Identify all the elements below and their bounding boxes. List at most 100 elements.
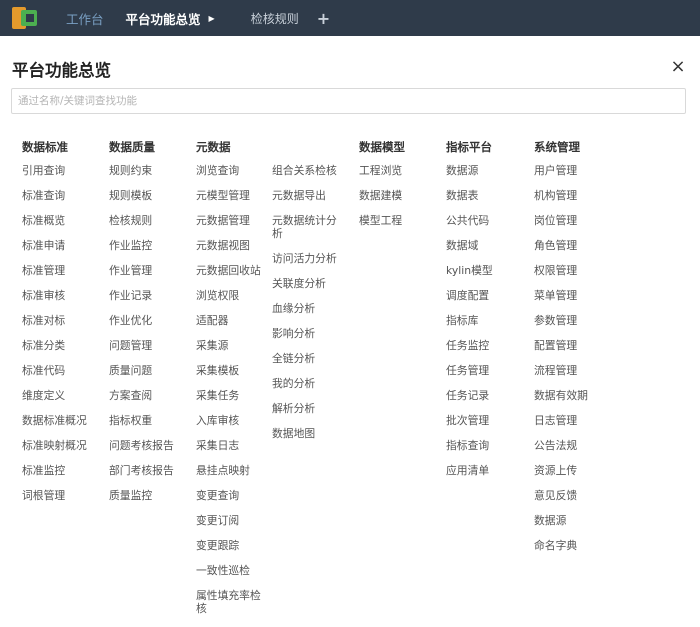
menu-item[interactable]: 权限管理 (534, 264, 614, 277)
app-logo-icon (12, 7, 38, 29)
menu-item[interactable]: 词根管理 (22, 489, 102, 502)
menu-item[interactable]: 我的分析 (272, 377, 342, 390)
menu-item[interactable]: 作业管理 (109, 264, 189, 277)
menu-item[interactable]: 变更跟踪 (196, 539, 264, 552)
menu-item[interactable]: 用户管理 (534, 164, 614, 177)
menu-item[interactable]: 标准审核 (22, 289, 102, 302)
nav-platform-overview-label: 平台功能总览 (125, 11, 201, 27)
menu-item[interactable]: 维度定义 (22, 389, 102, 402)
menu-item[interactable]: 关联度分析 (272, 277, 342, 290)
menu-item[interactable]: 指标权重 (109, 414, 189, 427)
menu-item[interactable]: 批次管理 (446, 414, 526, 427)
menu-item[interactable]: 影响分析 (272, 327, 342, 340)
menu-item[interactable]: 公共代码 (446, 214, 526, 227)
menu-item[interactable]: 变更查询 (196, 489, 264, 502)
menu-item[interactable]: 岗位管理 (534, 214, 614, 227)
menu-item[interactable]: 采集源 (196, 339, 264, 352)
menu-item[interactable]: 数据源 (534, 514, 614, 527)
add-tab-icon[interactable]: + (317, 9, 330, 28)
menu-item[interactable]: 任务监控 (446, 339, 526, 352)
column-data-quality: 数据质量 规则约束 规则模板 检核规则 作业监控 作业管理 作业记录 作业优化 问题管理 质量问… (109, 140, 189, 514)
menu-item[interactable]: 元模型管理 (196, 189, 264, 202)
menu-item[interactable]: 标准监控 (22, 464, 102, 477)
menu-item[interactable]: 数据有效期 (534, 389, 614, 402)
menu-item[interactable]: 工程浏览 (359, 164, 439, 177)
menu-item[interactable]: 任务记录 (446, 389, 526, 402)
menu-item[interactable]: 模型工程 (359, 214, 439, 227)
menu-item[interactable]: 全链分析 (272, 352, 342, 365)
menu-item[interactable]: 命名字典 (534, 539, 614, 552)
menu-item[interactable]: 标准申请 (22, 239, 102, 252)
menu-item[interactable]: 解析分析 (272, 402, 342, 415)
column-header: 数据标准 (22, 140, 68, 154)
menu-item[interactable]: 属性填充率检核 (196, 589, 264, 615)
menu-item[interactable]: 作业监控 (109, 239, 189, 252)
menu-item[interactable]: 部门考核报告 (109, 464, 189, 477)
menu-item[interactable]: 菜单管理 (534, 289, 614, 302)
menu-item[interactable]: 数据表 (446, 189, 526, 202)
menu-item[interactable]: 质量监控 (109, 489, 189, 502)
menu-item[interactable]: 标准管理 (22, 264, 102, 277)
menu-item[interactable]: kylin模型 (446, 264, 526, 277)
menu-item[interactable]: 标准对标 (22, 314, 102, 327)
menu-item[interactable]: 元数据视图 (196, 239, 264, 252)
menu-item[interactable]: 浏览权限 (196, 289, 264, 302)
menu-item[interactable]: 血缘分析 (272, 302, 342, 315)
menu-item[interactable]: 入库审核 (196, 414, 264, 427)
menu-item[interactable]: 规则约束 (109, 164, 189, 177)
menu-item[interactable]: 适配器 (196, 314, 264, 327)
close-icon[interactable]: × (668, 57, 688, 77)
menu-item[interactable]: 应用清单 (446, 464, 526, 477)
menu-item[interactable]: 引用查询 (22, 164, 102, 177)
menu-item[interactable]: 数据域 (446, 239, 526, 252)
menu-item[interactable]: 元数据导出 (272, 189, 342, 202)
menu-item[interactable]: 配置管理 (534, 339, 614, 352)
tab-check-rules[interactable]: 检核规则 (251, 10, 299, 27)
menu-item[interactable]: 意见反馈 (534, 489, 614, 502)
menu-item[interactable]: 资源上传 (534, 464, 614, 477)
menu-item[interactable]: 指标库 (446, 314, 526, 327)
menu-item[interactable]: 机构管理 (534, 189, 614, 202)
menu-item[interactable]: 数据建模 (359, 189, 439, 202)
menu-item[interactable]: 采集日志 (196, 439, 264, 452)
menu-item[interactable]: 规则模板 (109, 189, 189, 202)
menu-item[interactable]: 元数据统计分析 (272, 214, 342, 240)
menu-item[interactable]: 变更订阅 (196, 514, 264, 527)
menu-item[interactable]: 指标查询 (446, 439, 526, 452)
menu-item[interactable]: 日志管理 (534, 414, 614, 427)
menu-item[interactable]: 方案查阅 (109, 389, 189, 402)
menu-item[interactable]: 数据地图 (272, 427, 342, 440)
menu-item[interactable]: 采集任务 (196, 389, 264, 402)
search-input[interactable] (11, 88, 686, 114)
menu-item[interactable]: 检核规则 (109, 214, 189, 227)
menu-item[interactable]: 问题考核报告 (109, 439, 189, 452)
menu-item[interactable]: 调度配置 (446, 289, 526, 302)
menu-item[interactable]: 参数管理 (534, 314, 614, 327)
menu-item[interactable]: 角色管理 (534, 239, 614, 252)
menu-item[interactable]: 作业记录 (109, 289, 189, 302)
menu-item[interactable]: 元数据管理 (196, 214, 264, 227)
nav-workbench[interactable]: 工作台 (66, 9, 104, 28)
menu-item[interactable]: 流程管理 (534, 364, 614, 377)
nav-platform-overview[interactable]: 平台功能总览 ▶ (126, 9, 215, 28)
menu-item[interactable]: 元数据回收站 (196, 264, 264, 277)
menu-item[interactable]: 标准概览 (22, 214, 102, 227)
menu-item[interactable]: 标准查询 (22, 189, 102, 202)
menu-item[interactable]: 作业优化 (109, 314, 189, 327)
menu-item[interactable]: 标准代码 (22, 364, 102, 377)
menu-item[interactable]: 数据源 (446, 164, 526, 177)
menu-item[interactable]: 悬挂点映射 (196, 464, 264, 477)
column-metadata: 元数据 浏览查询 元模型管理 元数据管理 元数据视图 元数据回收站 浏览权限 适配器 采集源采… (196, 140, 264, 627)
menu-item[interactable]: 浏览查询 (196, 164, 264, 177)
menu-item[interactable]: 组合关系检核 (272, 164, 342, 177)
menu-item[interactable]: 访问活力分析 (272, 252, 342, 265)
menu-item[interactable]: 问题管理 (109, 339, 189, 352)
menu-item[interactable]: 采集模板 (196, 364, 264, 377)
menu-item[interactable]: 标准分类 (22, 339, 102, 352)
menu-item[interactable]: 一致性巡检 (196, 564, 264, 577)
menu-item[interactable]: 标准映射概况 (22, 439, 102, 452)
menu-item[interactable]: 质量问题 (109, 364, 189, 377)
menu-item[interactable]: 数据标准概况 (22, 414, 102, 427)
menu-item[interactable]: 公告法规 (534, 439, 614, 452)
menu-item[interactable]: 任务管理 (446, 364, 526, 377)
